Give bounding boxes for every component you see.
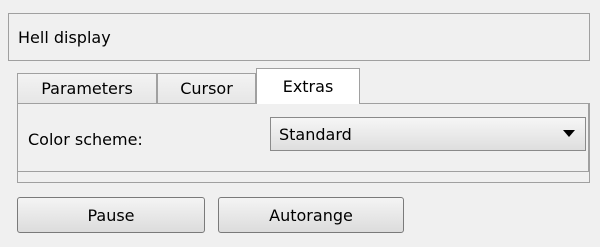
tab-extras-label: Extras <box>282 77 334 96</box>
display-title: Hell display <box>18 27 111 47</box>
tab-extras[interactable]: Extras <box>256 68 360 104</box>
autorange-button[interactable]: Autorange <box>218 197 404 233</box>
color-scheme-select[interactable]: Standard <box>270 117 586 151</box>
extras-tab-panel: Color scheme: Standard <box>17 103 590 183</box>
chevron-down-icon <box>563 130 575 137</box>
tab-parameters[interactable]: Parameters <box>17 73 157 103</box>
tab-parameters-label: Parameters <box>41 79 133 98</box>
pause-button[interactable]: Pause <box>17 197 205 233</box>
autorange-button-label: Autorange <box>269 205 353 225</box>
tab-cursor[interactable]: Cursor <box>157 73 256 103</box>
color-scheme-value: Standard <box>279 124 352 144</box>
color-scheme-label: Color scheme: <box>28 130 143 149</box>
display-title-bar: Hell display <box>8 13 590 61</box>
tab-cursor-label: Cursor <box>180 79 233 98</box>
pause-button-label: Pause <box>87 205 135 225</box>
